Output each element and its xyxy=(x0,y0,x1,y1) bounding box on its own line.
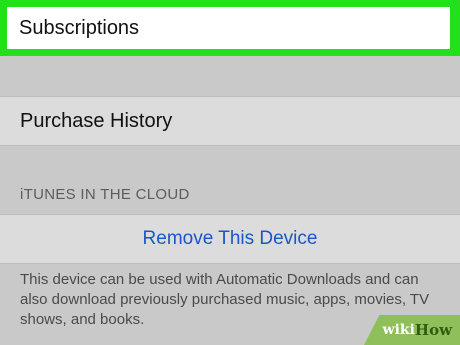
subscriptions-label: Subscriptions xyxy=(19,16,140,39)
purchase-history-label: Purchase History xyxy=(20,109,173,132)
wikihow-watermark: wiki How xyxy=(364,315,460,345)
remove-this-device-button[interactable]: Remove This Device xyxy=(0,214,460,264)
watermark-wiki-text: wiki xyxy=(382,322,415,338)
subscriptions-highlight-frame: Subscriptions xyxy=(0,0,460,56)
section-gap xyxy=(0,56,460,96)
remove-this-device-label: Remove This Device xyxy=(142,228,318,249)
section-header-label: iTUNES IN THE CLOUD xyxy=(20,186,190,203)
settings-screen: Subscriptions Purchase History iTUNES IN… xyxy=(0,0,460,345)
itunes-cloud-section-header: iTUNES IN THE CLOUD xyxy=(0,146,460,214)
subscriptions-row[interactable]: Subscriptions xyxy=(7,7,450,49)
purchase-history-row[interactable]: Purchase History xyxy=(0,96,460,146)
watermark-how-text: How xyxy=(414,321,452,339)
